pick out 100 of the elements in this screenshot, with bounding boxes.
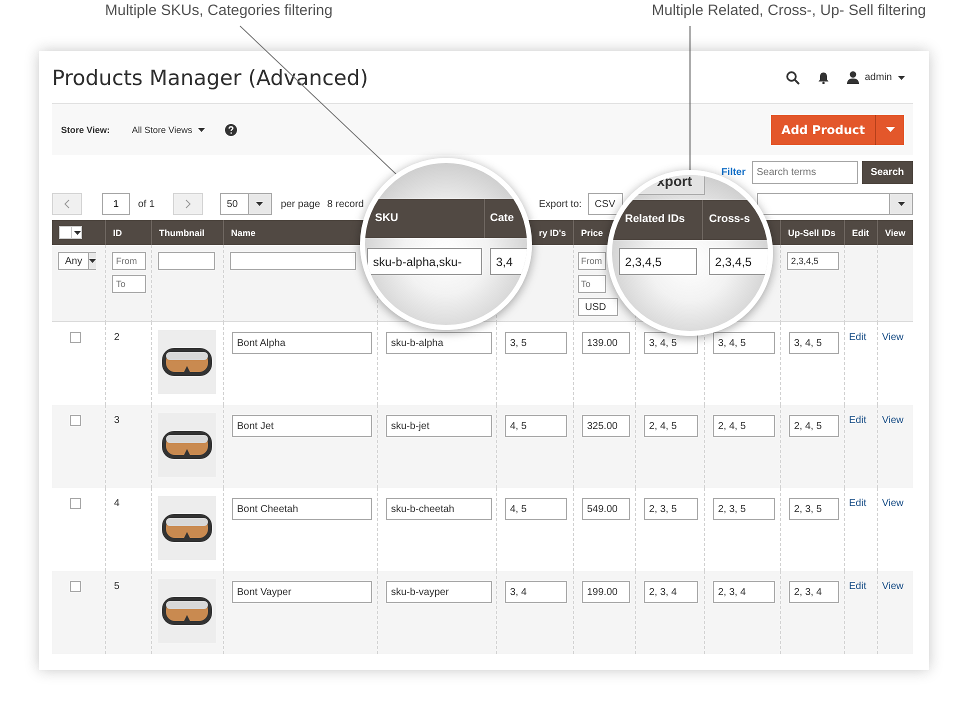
view-link[interactable]: View <box>882 498 904 509</box>
filter-field[interactable] <box>230 252 356 270</box>
row-checkbox[interactable] <box>70 498 81 509</box>
column-header: Name <box>231 228 256 238</box>
cross-sell-ids-field[interactable]: 2, 3, 4 <box>713 581 775 603</box>
related-ids-field[interactable]: 2, 3, 4 <box>644 581 698 603</box>
up-sell-ids-field[interactable]: 2, 3, 5 <box>789 498 839 520</box>
category-ids-field[interactable]: 3, 4 <box>505 581 567 603</box>
goggles-photo <box>158 496 216 560</box>
annotation-text: Multiple Related, Cross-, Up- Sell filtering <box>652 2 926 21</box>
currency-dropdown[interactable]: USD <box>578 298 618 316</box>
cross-sell-ids-field[interactable]: 3, 4, 5 <box>713 332 775 354</box>
view-link[interactable]: View <box>882 332 904 343</box>
store-view-dropdown[interactable]: All Store Views <box>132 124 206 134</box>
store-view-label: Store View: <box>61 124 110 134</box>
related-ids-field[interactable]: 2, 3, 5 <box>644 498 698 520</box>
column-header: View <box>885 228 906 238</box>
id-to-field[interactable]: To <box>112 275 146 293</box>
edit-link[interactable]: Edit <box>849 415 866 426</box>
name-field[interactable]: Bont Vayper <box>232 581 372 603</box>
per-page-dropdown[interactable]: 50 <box>220 193 272 215</box>
previous-page-button[interactable] <box>52 193 82 215</box>
view-link[interactable]: View <box>882 415 904 426</box>
caret-icon <box>256 202 264 206</box>
filter-field[interactable]: 2,3,4,5 <box>709 248 768 275</box>
sku-field[interactable]: sku-b-vayper <box>386 581 492 603</box>
price-from-field[interactable]: From <box>578 252 606 270</box>
filter-field[interactable] <box>158 252 215 270</box>
up-sell-ids-field[interactable]: 2, 3, 4 <box>789 581 839 603</box>
user-menu[interactable]: admin <box>846 71 905 84</box>
goggles-photo <box>158 330 216 394</box>
product-id: 2 <box>114 332 120 343</box>
caret-icon <box>74 230 81 234</box>
mass-select-dropdown[interactable] <box>59 226 82 239</box>
product-id: 5 <box>114 581 120 592</box>
id-from-field[interactable]: From <box>112 252 146 270</box>
caret-icon <box>89 259 96 263</box>
row-checkbox[interactable] <box>70 332 81 343</box>
export-format-dropdown[interactable]: CSV <box>588 193 623 215</box>
column-header: Cross-s <box>709 213 750 225</box>
cross-sell-ids-field[interactable]: 2, 4, 5 <box>713 415 775 437</box>
column-header: ry ID's <box>538 228 566 238</box>
sku-field[interactable]: sku-b-alpha <box>386 332 492 354</box>
cross-sell-ids-field[interactable]: 2, 3, 5 <box>713 498 775 520</box>
edit-link[interactable]: Edit <box>849 581 866 592</box>
add-product-button[interactable]: Add Product <box>771 114 904 144</box>
sku-field[interactable]: sku-b-cheetah <box>386 498 492 520</box>
column-header: Thumbnail <box>159 228 204 238</box>
search-field[interactable]: Search terms <box>752 161 858 184</box>
next-page-button[interactable] <box>172 193 203 215</box>
edit-link[interactable]: Edit <box>849 332 866 343</box>
up-sell-ids-field[interactable]: 3, 4, 5 <box>789 332 839 354</box>
any-dropdown[interactable]: Any <box>58 252 96 270</box>
column-header: SKU <box>375 212 398 224</box>
search-button[interactable]: Search <box>862 161 913 184</box>
edit-link[interactable]: Edit <box>849 498 866 509</box>
per-page-label: per page <box>280 198 320 210</box>
page-field[interactable]: 1 <box>102 193 130 215</box>
user-icon <box>846 71 859 84</box>
category-ids-field[interactable]: 4, 5 <box>505 498 567 520</box>
category-ids-field[interactable]: 4, 5 <box>505 415 567 437</box>
price-field[interactable]: 549.00 <box>582 498 630 520</box>
goggles-photo <box>158 579 216 643</box>
up-sell-ids-field[interactable]: 2, 4, 5 <box>789 415 839 437</box>
price-field[interactable]: 199.00 <box>582 581 630 603</box>
name-field[interactable]: Bont Jet <box>232 415 372 437</box>
goggles-photo <box>158 413 216 477</box>
filter-field[interactable]: 3,4 <box>490 248 527 275</box>
actions-dropdown[interactable] <box>757 193 913 215</box>
filter-field[interactable]: sku-b-alpha,sku- <box>367 248 482 275</box>
related-ids-field[interactable]: 3, 4, 5 <box>644 332 698 354</box>
chevron-right-icon <box>184 199 191 209</box>
export-label: Export to: <box>538 198 582 210</box>
column-header: Up-Sell IDs <box>788 228 836 238</box>
help-icon[interactable] <box>225 124 238 136</box>
sku-field[interactable]: sku-b-jet <box>386 415 492 437</box>
caret-icon <box>886 127 894 132</box>
row-checkbox[interactable] <box>70 581 81 592</box>
caret-icon <box>898 76 905 80</box>
column-header: Price <box>581 228 604 238</box>
product-id: 4 <box>114 498 120 509</box>
column-header: Edit <box>852 228 869 238</box>
annotation-text: Multiple SKUs, Categories filtering <box>105 2 333 21</box>
price-to-field[interactable]: To <box>578 275 606 293</box>
filter-field[interactable]: 2,3,4,5 <box>619 248 697 275</box>
column-header: Related IDs <box>625 213 685 225</box>
column-header: ID <box>113 228 122 238</box>
view-link[interactable]: View <box>882 581 904 592</box>
price-field[interactable]: 325.00 <box>582 415 630 437</box>
up-sell-filter-field[interactable]: 2,3,4,5 <box>787 252 839 270</box>
price-field[interactable]: 139.00 <box>582 332 630 354</box>
related-ids-field[interactable]: 2, 4, 5 <box>644 415 698 437</box>
bell-icon[interactable] <box>818 72 829 84</box>
category-ids-field[interactable]: 3, 5 <box>505 332 567 354</box>
name-field[interactable]: Bont Cheetah <box>232 498 372 520</box>
column-header: Cate <box>490 212 514 224</box>
name-field[interactable]: Bont Alpha <box>232 332 372 354</box>
reset-filter-link[interactable]: Filter <box>721 167 746 178</box>
row-checkbox[interactable] <box>70 415 81 426</box>
search-icon[interactable] <box>786 70 800 84</box>
